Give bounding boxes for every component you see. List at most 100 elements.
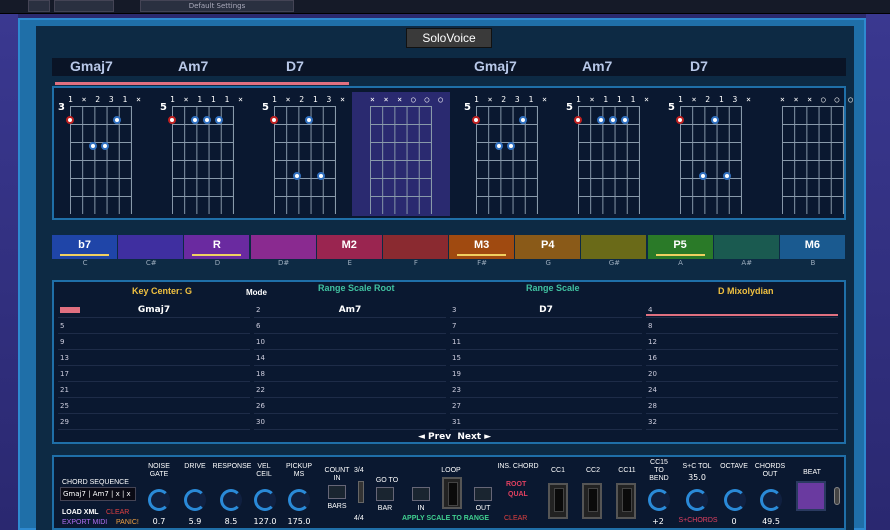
beat-toggle[interactable]	[834, 487, 840, 505]
chord-diagram[interactable]: × × × ○ ○ ○	[770, 92, 853, 216]
string-header: × × × ○ ○ ○	[370, 95, 445, 104]
sequence-cell[interactable]: 6	[254, 320, 446, 334]
loop-switch[interactable]	[442, 477, 462, 509]
vel-ceil-knob[interactable]	[254, 489, 276, 511]
clear-range-button[interactable]: CLEAR	[504, 515, 527, 523]
sequence-cell[interactable]: 10	[254, 336, 446, 350]
string-header: 1 × 1 1 1 ×	[576, 95, 651, 104]
note-cell[interactable]	[581, 235, 647, 259]
cell-number: 4	[648, 306, 653, 314]
chord-diagram-selected[interactable]: × × × ○ ○ ○	[352, 92, 450, 216]
panic-button[interactable]: PANIC!	[116, 519, 139, 527]
response-knob[interactable]	[220, 489, 242, 511]
chord-name: D7	[690, 58, 708, 74]
sc-tol-knob[interactable]	[686, 489, 708, 511]
sc-tol-label: S+C TOL	[682, 463, 712, 470]
loop-out-button[interactable]	[474, 487, 492, 501]
sequence-cell[interactable]: 32	[646, 416, 838, 430]
root-button[interactable]: ROOT	[506, 481, 526, 489]
export-midi-button[interactable]: EXPORT MIDI	[62, 519, 107, 527]
sequence-cell[interactable]: 18	[254, 368, 446, 382]
sequence-cell[interactable]: 17	[58, 368, 250, 382]
note-cell[interactable]	[382, 235, 448, 259]
sequence-cell[interactable]: 27	[450, 400, 642, 414]
note-cell[interactable]: M3	[449, 235, 515, 259]
cc2-switch[interactable]	[582, 483, 602, 519]
chords-out-label: CHORDS OUT	[754, 463, 786, 478]
octave-knob[interactable]	[724, 489, 746, 511]
sequence-cell[interactable]: 1Gmaj7	[58, 304, 250, 318]
chord-diagram[interactable]: 1 × 2 3 1 × 3	[58, 92, 141, 216]
sequence-cell[interactable]: 22	[254, 384, 446, 398]
noise-gate-knob[interactable]	[148, 489, 170, 511]
power-icon[interactable]	[28, 0, 50, 12]
chord-name: Am7	[178, 58, 209, 74]
sequence-cell[interactable]: 24	[646, 384, 838, 398]
drive-knob[interactable]	[184, 489, 206, 511]
cc1-switch[interactable]	[548, 483, 568, 519]
count-in-button[interactable]	[328, 485, 346, 499]
next-button[interactable]: Next ►	[457, 432, 491, 442]
note-cell[interactable]: M2	[316, 235, 382, 259]
note-cell[interactable]: P5	[647, 235, 713, 259]
sequence-cell[interactable]: 26	[254, 400, 446, 414]
sc-chords-button[interactable]: S+CHORDS	[676, 517, 720, 525]
note-cell[interactable]: M6	[779, 235, 845, 259]
note-cell[interactable]	[713, 235, 779, 259]
note-cell[interactable]	[118, 235, 184, 259]
sequence-cell[interactable]: 3 D7	[450, 304, 642, 318]
time-sig-switch[interactable]	[358, 481, 364, 503]
chord-diagram[interactable]: 1 × 1 1 1 × 5	[566, 92, 649, 216]
note-cell[interactable]: b7	[52, 235, 118, 259]
go-to-button[interactable]	[376, 487, 394, 501]
sequence-cell[interactable]: 16	[646, 352, 838, 366]
sequence-cell[interactable]: 28	[646, 400, 838, 414]
pickup-ms-knob[interactable]	[288, 489, 310, 511]
sequence-cell[interactable]: 23	[450, 384, 642, 398]
chord-sequence-field[interactable]: Gmaj7 | Am7 | x | x	[60, 487, 136, 501]
finger-dot	[699, 172, 707, 180]
load-xml-button[interactable]: LOAD XML	[62, 509, 99, 517]
sequence-cell[interactable]: 15	[450, 352, 642, 366]
sequence-cell[interactable]: 21	[58, 384, 250, 398]
sequence-cell[interactable]: 7	[450, 320, 642, 334]
preset-selector[interactable]: Default Settings	[140, 0, 294, 12]
sequence-cell[interactable]: 2 Am7	[254, 304, 446, 318]
prev-button[interactable]: ◄ Prev	[418, 432, 451, 442]
host-toolbar: Default Settings	[0, 0, 890, 14]
cell-number: 7	[452, 322, 457, 330]
note-cell[interactable]: R	[184, 235, 250, 259]
sequence-cell[interactable]: 20	[646, 368, 838, 382]
note-cell[interactable]: P4	[515, 235, 581, 259]
sequence-cell[interactable]: 31	[450, 416, 642, 430]
sequence-cell[interactable]: 14	[254, 352, 446, 366]
loop-in-button[interactable]	[412, 487, 430, 501]
apply-scale-button[interactable]: APPLY SCALE TO RANGE	[402, 515, 489, 523]
host-tools[interactable]	[54, 0, 114, 12]
note-cell[interactable]	[250, 235, 316, 259]
chord-diagram[interactable]: 1 × 2 1 3 × 5	[668, 92, 751, 216]
chord-diagram[interactable]: 1 × 2 3 1 × 5	[464, 92, 547, 216]
cc11-switch[interactable]	[616, 483, 636, 519]
sequence-cell[interactable]: 30	[254, 416, 446, 430]
sequence-cell[interactable]: 29	[58, 416, 250, 430]
cell-number: 5	[60, 322, 65, 330]
chord-diagram[interactable]: 1 × 2 1 3 × 5	[262, 92, 345, 216]
sequence-cell[interactable]: 11	[450, 336, 642, 350]
chord-diagram[interactable]: 1 × 1 1 1 × 5	[160, 92, 243, 216]
cc15-knob[interactable]	[648, 489, 670, 511]
clear-button[interactable]: CLEAR	[106, 509, 129, 517]
sequence-cell[interactable]: 8	[646, 320, 838, 334]
time-sig-44[interactable]: 4/4	[354, 515, 364, 523]
sequence-cell[interactable]: 9	[58, 336, 250, 350]
range-scale-label: Range Scale	[526, 283, 580, 293]
sequence-cell[interactable]: 25	[58, 400, 250, 414]
sequence-cell[interactable]: 4	[646, 304, 838, 318]
chords-out-knob[interactable]	[760, 489, 782, 511]
sequence-cell[interactable]: 13	[58, 352, 250, 366]
qual-button[interactable]: QUAL	[508, 491, 528, 499]
sequence-cell[interactable]: 12	[646, 336, 838, 350]
sequence-cell[interactable]: 19	[450, 368, 642, 382]
time-sig-34[interactable]: 3/4	[354, 467, 364, 475]
sequence-cell[interactable]: 5	[58, 320, 250, 334]
